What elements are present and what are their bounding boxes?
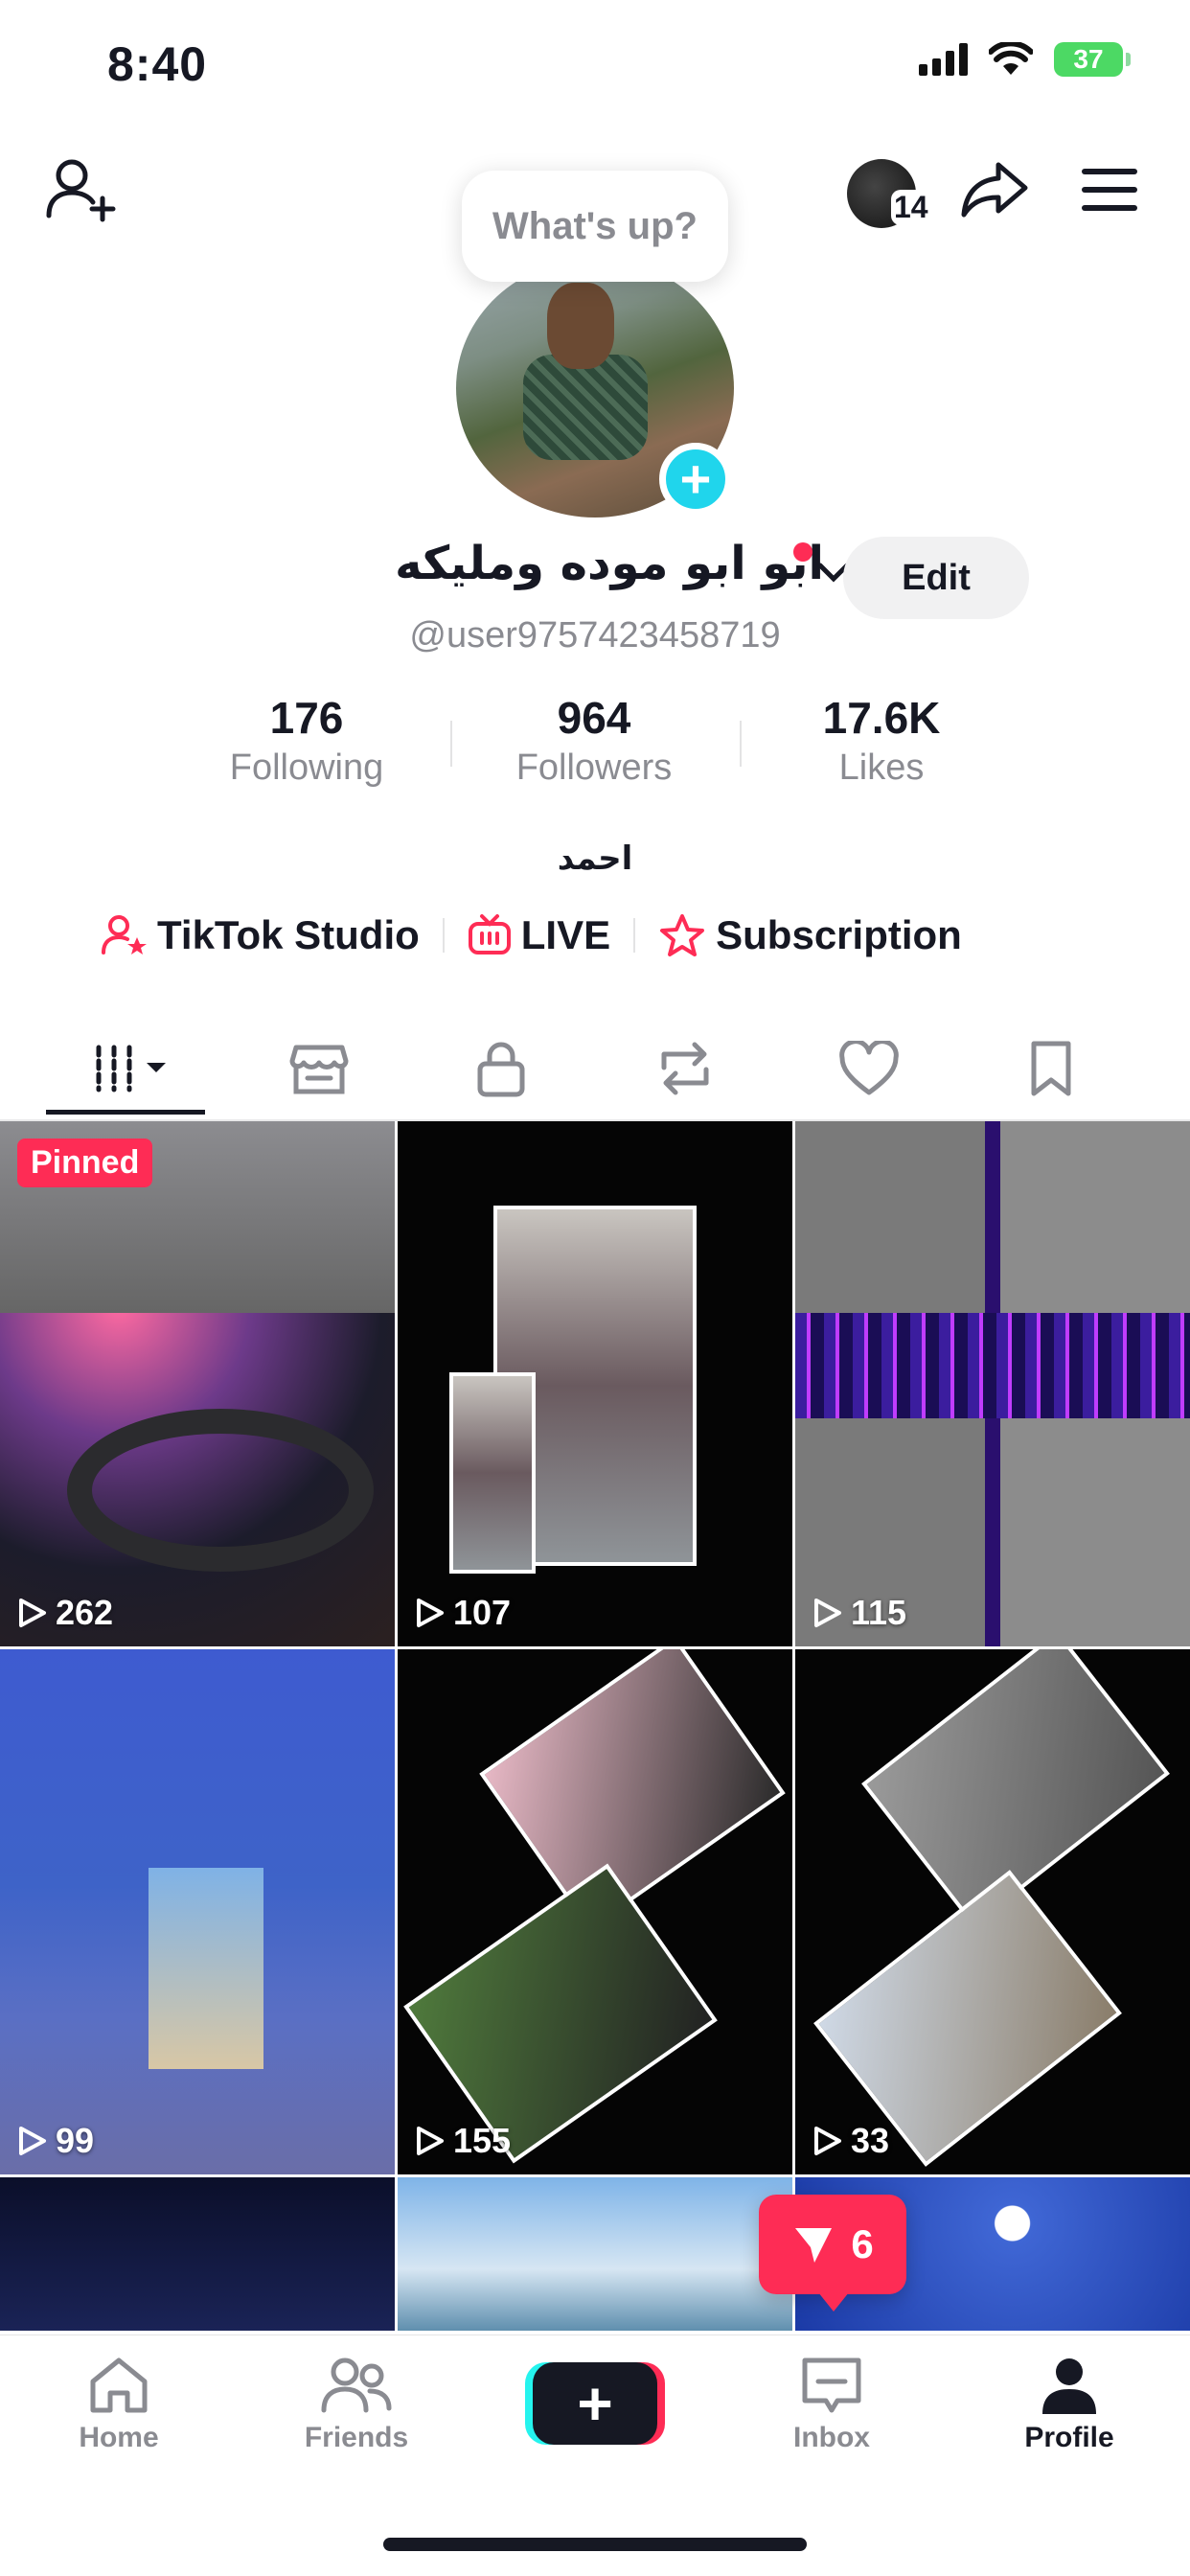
- home-icon: [90, 2358, 148, 2413]
- content-tabs: [0, 1016, 1190, 1121]
- play-icon: [19, 1598, 46, 1627]
- creator-icon: [102, 915, 147, 954]
- likes-stat[interactable]: 17.6K Likes: [757, 692, 1006, 789]
- plus-icon: +: [577, 2369, 613, 2438]
- view-count: 155: [413, 2121, 511, 2161]
- subscription-link[interactable]: Subscription: [658, 912, 962, 958]
- menu-button[interactable]: [1073, 153, 1146, 226]
- inbox-notification-popup[interactable]: 6: [759, 2195, 906, 2312]
- profile-icon: [1042, 2358, 1096, 2414]
- divider: [442, 918, 445, 953]
- bio: احمد: [557, 840, 633, 878]
- add-story-button[interactable]: +: [659, 443, 732, 516]
- paper-plane-icon: [795, 2228, 833, 2263]
- divider: [450, 721, 452, 767]
- tab-indicator: [46, 1110, 205, 1115]
- friends-icon: [321, 2358, 392, 2413]
- nav-friends[interactable]: Friends: [261, 2355, 452, 2454]
- tab-shop[interactable]: [228, 1016, 410, 1121]
- videos-grid-icon: [96, 1045, 166, 1092]
- following-stat[interactable]: 176 Following: [182, 692, 431, 789]
- status-time: 8:40: [107, 37, 208, 91]
- video-tile[interactable]: [0, 2177, 395, 2331]
- view-count: 33: [811, 2121, 889, 2161]
- username: @user9757423458719: [409, 615, 781, 656]
- status-icons: 37: [919, 42, 1131, 77]
- notification-dot: [793, 542, 812, 562]
- shop-icon: [289, 1045, 349, 1094]
- likes-count: 17.6K: [822, 693, 941, 743]
- battery-icon: 37: [1054, 42, 1131, 77]
- play-icon: [417, 2127, 444, 2155]
- notification-count: 14: [891, 190, 931, 225]
- video-tile[interactable]: 107: [398, 1121, 792, 1646]
- display-name-row[interactable]: ابو ابو موده ومليكه: [364, 537, 850, 590]
- tab-saved[interactable]: [960, 1016, 1142, 1121]
- video-tile[interactable]: Pinned 262: [0, 1121, 395, 1646]
- play-icon: [417, 1598, 444, 1627]
- tab-reposts[interactable]: [594, 1016, 776, 1121]
- repost-icon: [661, 1042, 709, 1095]
- lock-icon: [477, 1042, 525, 1097]
- profile-links: TikTok Studio LIVE Subscription: [102, 912, 962, 958]
- share-profile-button[interactable]: [953, 151, 1036, 228]
- nav-profile[interactable]: Profile: [973, 2355, 1165, 2454]
- create-button[interactable]: +: [533, 2362, 657, 2445]
- view-count: 99: [15, 2121, 94, 2161]
- view-count: 107: [413, 1593, 511, 1633]
- heart-icon: [839, 1041, 899, 1095]
- display-name: ابو ابو موده ومليكه: [395, 537, 824, 590]
- add-friend-button[interactable]: [38, 151, 125, 228]
- inbox-popup-count: 6: [851, 2221, 874, 2266]
- view-count: 262: [15, 1593, 113, 1633]
- edit-profile-button[interactable]: Edit: [843, 537, 1029, 619]
- inbox-icon: [802, 2358, 861, 2413]
- menu-icon: [1082, 169, 1137, 174]
- subscription-label: Subscription: [716, 912, 962, 957]
- view-count: 115: [811, 1593, 906, 1633]
- likes-label: Likes: [838, 748, 925, 788]
- home-indicator: [383, 2538, 807, 2551]
- following-count: 176: [269, 693, 344, 743]
- divider: [633, 918, 636, 953]
- followers-label: Followers: [515, 748, 673, 788]
- play-icon: [19, 2127, 46, 2155]
- tab-private[interactable]: [410, 1016, 592, 1121]
- video-tile[interactable]: 155: [398, 1649, 792, 2174]
- star-subscription-icon: [660, 914, 705, 956]
- add-user-icon: [46, 159, 116, 222]
- nav-inbox[interactable]: Inbox: [736, 2355, 927, 2454]
- video-tile[interactable]: 115: [795, 1121, 1190, 1646]
- video-tile[interactable]: [398, 2177, 792, 2331]
- share-icon: [961, 162, 1028, 218]
- status-bubble[interactable]: What's up?: [462, 171, 728, 282]
- following-label: Following: [229, 748, 384, 788]
- pinned-badge: Pinned: [17, 1138, 153, 1187]
- divider: [740, 721, 742, 767]
- live-label: LIVE: [520, 912, 611, 957]
- account-switch-button[interactable]: 14: [843, 155, 931, 232]
- tiktok-studio-label: TikTok Studio: [157, 912, 420, 957]
- nav-home[interactable]: Home: [23, 2355, 215, 2454]
- tab-videos[interactable]: [46, 1016, 228, 1121]
- live-link[interactable]: LIVE: [468, 912, 610, 958]
- followers-stat[interactable]: 964 Followers: [469, 692, 719, 789]
- tab-liked[interactable]: [778, 1016, 960, 1121]
- video-tile[interactable]: 33: [795, 1649, 1190, 2174]
- followers-count: 964: [557, 693, 631, 743]
- play-icon: [814, 2127, 841, 2155]
- tiktok-studio-link[interactable]: TikTok Studio: [102, 912, 420, 958]
- bookmark-icon: [1031, 1041, 1071, 1096]
- wifi-icon: [989, 42, 1033, 75]
- tv-icon: [468, 914, 511, 954]
- signal-icon: [919, 43, 968, 76]
- play-icon: [814, 1598, 841, 1627]
- video-tile[interactable]: 99: [0, 1649, 395, 2174]
